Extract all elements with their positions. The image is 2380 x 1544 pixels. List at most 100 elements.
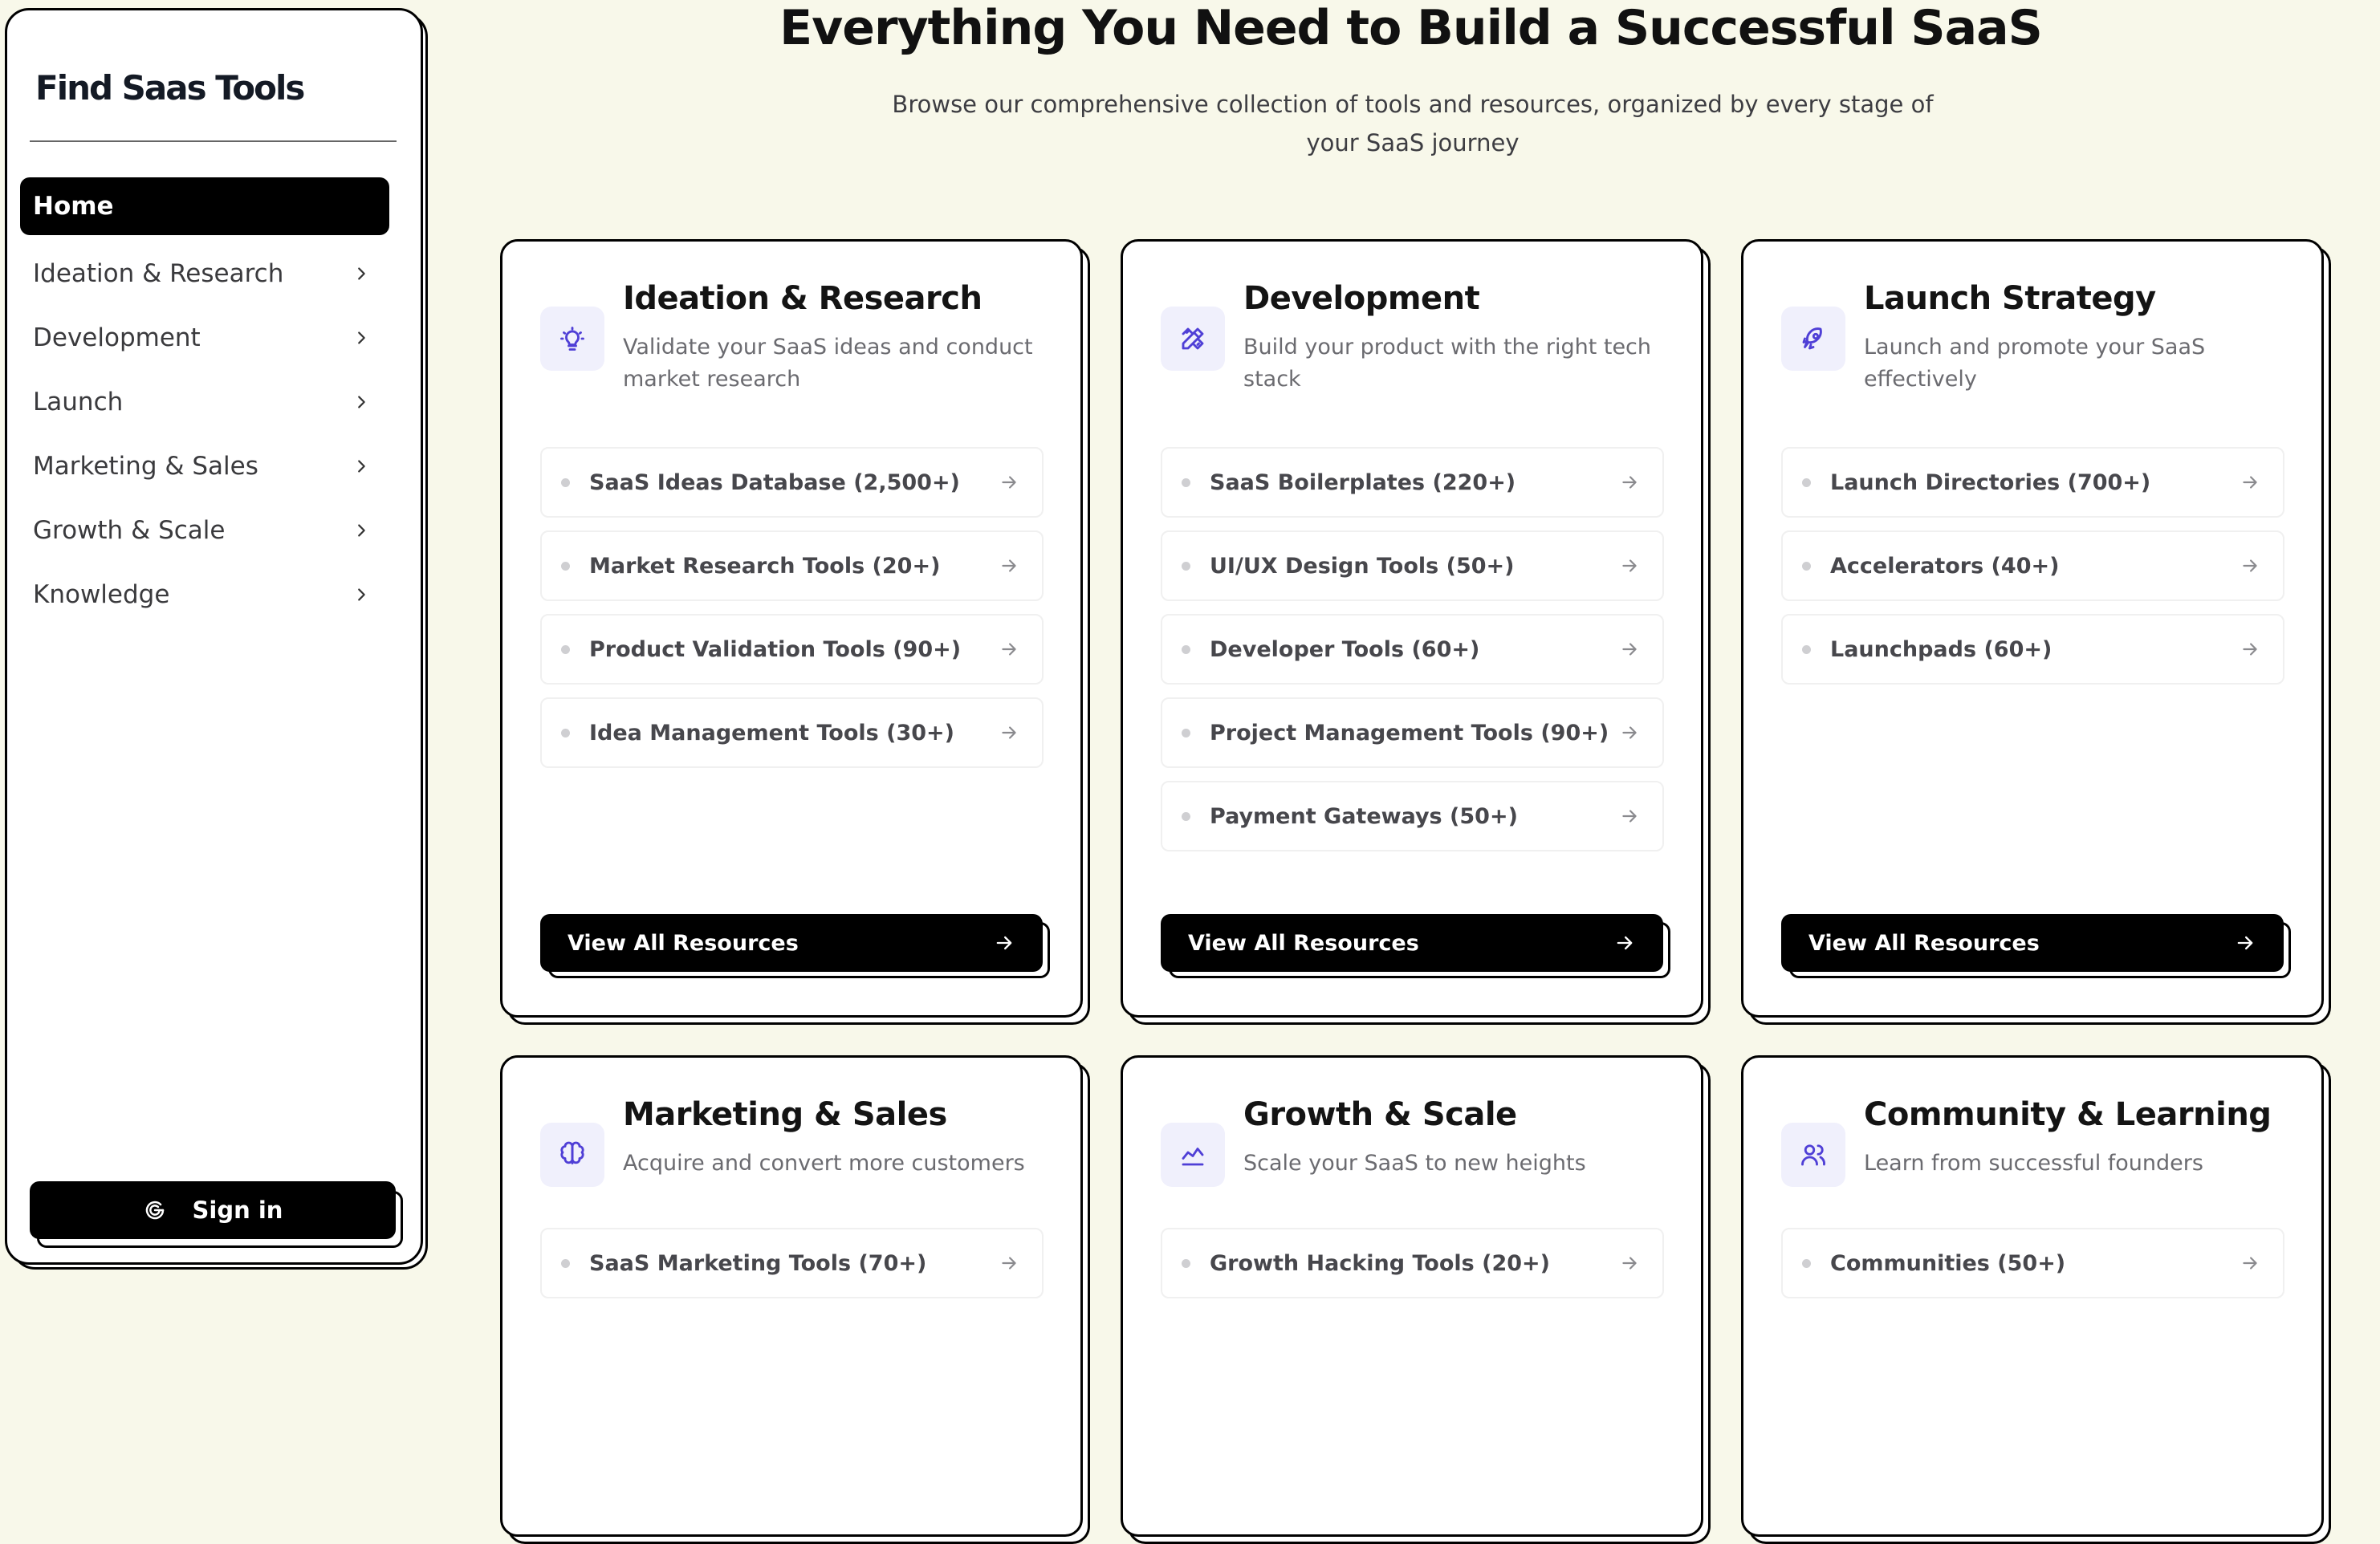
resource-link[interactable]: Developer Tools (60+) [1161,614,1664,685]
resource-label: Communities (50+) [1830,1250,2066,1276]
view-all-resources-button[interactable]: View All Resources [1781,914,2284,972]
resource-link[interactable]: Growth Hacking Tools (20+) [1161,1228,1664,1298]
arrow-right-icon [1622,476,1637,489]
sidebar-item-home[interactable]: Home [20,177,389,235]
view-all-resources-button[interactable]: View All Resources [540,914,1043,972]
resource-link[interactable]: SaaS Marketing Tools (70+) [540,1228,1044,1298]
arrow-right-icon [2243,476,2257,489]
category-card-community-learning: Community & Learning Learn from successf… [1741,1055,2331,1544]
chart-line-icon [1182,1148,1204,1166]
bullet-dot [1182,561,1190,571]
arrow-right-icon [1622,1257,1637,1270]
resource-label: Launch Directories (700+) [1830,469,2151,495]
sidebar-item-label: Launch [33,388,124,416]
resource-link[interactable]: SaaS Ideas Database (2,500+) [540,447,1044,518]
card-body: Growth & Scale Scale your SaaS to new he… [1121,1055,1703,1537]
resource-link[interactable]: Market Research Tools (20+) [540,530,1044,601]
resource-link[interactable]: Payment Gateways (50+) [1161,781,1664,851]
resource-link[interactable]: SaaS Boilerplates (220+) [1161,447,1664,518]
sidebar-item-launch[interactable]: Launch [20,370,389,434]
sidebar-item-label: Knowledge [33,580,170,609]
view-all-resources-button[interactable]: View All Resources [1161,914,1663,972]
resource-link[interactable]: Product Validation Tools (90+) [540,614,1044,685]
arrow-right-icon [1002,1257,1016,1270]
category-card-ideation-research: Ideation & Research Validate your SaaS i… [500,239,1090,1025]
card-description: Acquire and convert more customers [623,1151,1025,1176]
card-body: Marketing & Sales Acquire and convert mo… [500,1055,1083,1537]
view-all-label: View All Resources [568,930,799,956]
sign-in-button[interactable]: Sign in [30,1181,396,1239]
bullet-dot [1182,728,1190,737]
page-subtitle: Browse our comprehensive collection of t… [892,91,1934,156]
bullet-dot [1182,811,1190,821]
bullet-dot [1802,561,1811,571]
card-title: Development [1243,280,1480,317]
resource-list: SaaS Boilerplates (220+) UI/UX Design To… [1161,447,1664,864]
arrow-right-icon [1002,476,1016,489]
category-card-marketing-sales: Marketing & Sales Acquire and convert mo… [500,1055,1090,1544]
bullet-dot [1182,477,1190,487]
pencil-ruler-icon [1182,327,1204,350]
category-card-launch-strategy: Launch Strategy Launch and promote your … [1741,239,2331,1025]
sidebar-item-ideation-research[interactable]: Ideation & Research [20,242,389,306]
card-icon-box [540,1123,604,1187]
chevron-right-icon [358,588,365,601]
card-title: Growth & Scale [1243,1096,1517,1133]
resource-link[interactable]: Launch Directories (700+) [1781,447,2284,518]
logo[interactable]: Find Saas Tools [35,68,305,108]
arrow-right-icon [1002,643,1016,656]
resource-label: Launchpads (60+) [1830,636,2052,662]
arrow-right-icon [1622,643,1637,656]
resource-link[interactable]: Idea Management Tools (30+) [540,697,1044,768]
resource-link[interactable]: Launchpads (60+) [1781,614,2284,685]
card-icon-box [1161,307,1225,371]
chevron-right-icon [358,267,365,280]
arrow-right-icon [2237,936,2253,950]
category-card-growth-scale: Growth & Scale Scale your SaaS to new he… [1121,1055,1711,1544]
resource-label: Growth Hacking Tools (20+) [1210,1250,1551,1276]
resource-list: SaaS Marketing Tools (70+) [540,1228,1044,1311]
resource-link[interactable]: Communities (50+) [1781,1228,2284,1298]
resource-label: Idea Management Tools (30+) [589,720,954,746]
arrow-right-icon [2243,1257,2257,1270]
sidebar-item-marketing-sales[interactable]: Marketing & Sales [20,434,389,498]
arrow-right-icon [1622,810,1637,823]
card-title: Marketing & Sales [623,1096,947,1133]
sidebar: Find Saas Tools Home Ideation & Research… [5,8,423,1265]
arrow-right-icon [1622,726,1637,739]
bullet-dot [1802,477,1811,487]
card-body: Development Build your product with the … [1121,239,1703,1018]
sidebar-nav: Home Ideation & Research Development Lau… [20,177,389,627]
resource-label: Accelerators (40+) [1830,553,2060,579]
resource-label: Project Management Tools (90+) [1210,720,1609,746]
arrow-right-icon [1622,559,1637,572]
sign-in-label: Sign in [192,1197,283,1224]
card-description: Learn from successful founders [1864,1151,2203,1176]
sidebar-item-development[interactable]: Development [20,306,389,370]
bullet-dot [1802,644,1811,654]
arrow-right-icon [2243,559,2257,572]
bullet-dot [1802,1258,1811,1268]
card-title: Community & Learning [1864,1096,2272,1133]
resource-link[interactable]: Project Management Tools (90+) [1161,697,1664,768]
sidebar-item-label: Development [33,323,201,352]
page-title: Everything You Need to Build a Successfu… [779,0,2043,56]
view-all-label: View All Resources [1188,930,1419,956]
sidebar-item-knowledge[interactable]: Knowledge [20,563,389,627]
arrow-right-icon [1002,726,1016,739]
resource-label: Product Validation Tools (90+) [589,636,962,662]
bullet-dot [561,477,570,487]
resource-label: SaaS Marketing Tools (70+) [589,1250,927,1276]
sidebar-item-growth-scale[interactable]: Growth & Scale [20,498,389,563]
resource-link[interactable]: Accelerators (40+) [1781,530,2284,601]
resource-link[interactable]: UI/UX Design Tools (50+) [1161,530,1664,601]
card-description: Launch and promote your SaaS effectively [1864,335,2206,392]
category-card-development: Development Build your product with the … [1121,239,1711,1025]
resource-list: Growth Hacking Tools (20+) [1161,1228,1664,1311]
chevron-right-icon [358,524,365,537]
bullet-dot [561,728,570,737]
sidebar-item-label: Ideation & Research [33,259,284,288]
bullet-dot [561,561,570,571]
resource-label: Payment Gateways (50+) [1210,803,1518,829]
resource-label: Developer Tools (60+) [1210,636,1480,662]
